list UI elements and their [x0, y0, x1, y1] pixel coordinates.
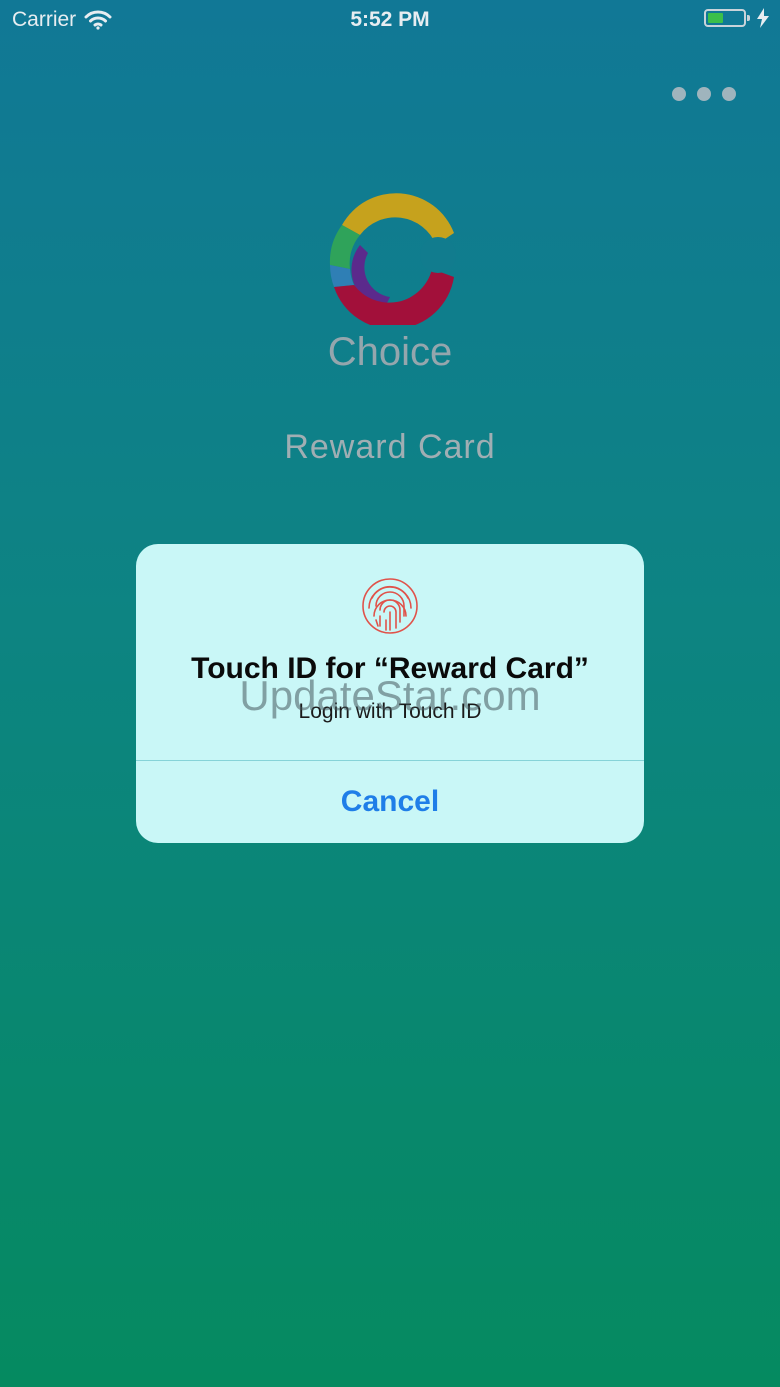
battery-fill — [708, 13, 724, 23]
touch-id-dialog: Touch ID for “Reward Card” Login with To… — [136, 544, 644, 843]
status-bar: Carrier 5:52 PM — [0, 0, 780, 40]
app-title: Reward Card — [284, 428, 496, 466]
dot — [722, 87, 736, 101]
fingerprint-icon — [362, 578, 418, 634]
logo-text: Choice — [327, 330, 453, 374]
cancel-button[interactable]: Cancel — [136, 761, 644, 843]
dialog-subtitle: Login with Touch ID — [298, 700, 482, 723]
status-right — [704, 8, 770, 28]
more-dots-icon[interactable] — [672, 84, 742, 104]
choice-logo-icon — [329, 193, 456, 325]
dot — [697, 87, 711, 101]
charging-bolt-icon — [757, 8, 769, 28]
battery-icon — [704, 9, 750, 27]
dot — [672, 87, 686, 101]
dialog-title: Touch ID for “Reward Card” — [191, 652, 589, 685]
status-time: 5:52 PM — [350, 8, 430, 31]
